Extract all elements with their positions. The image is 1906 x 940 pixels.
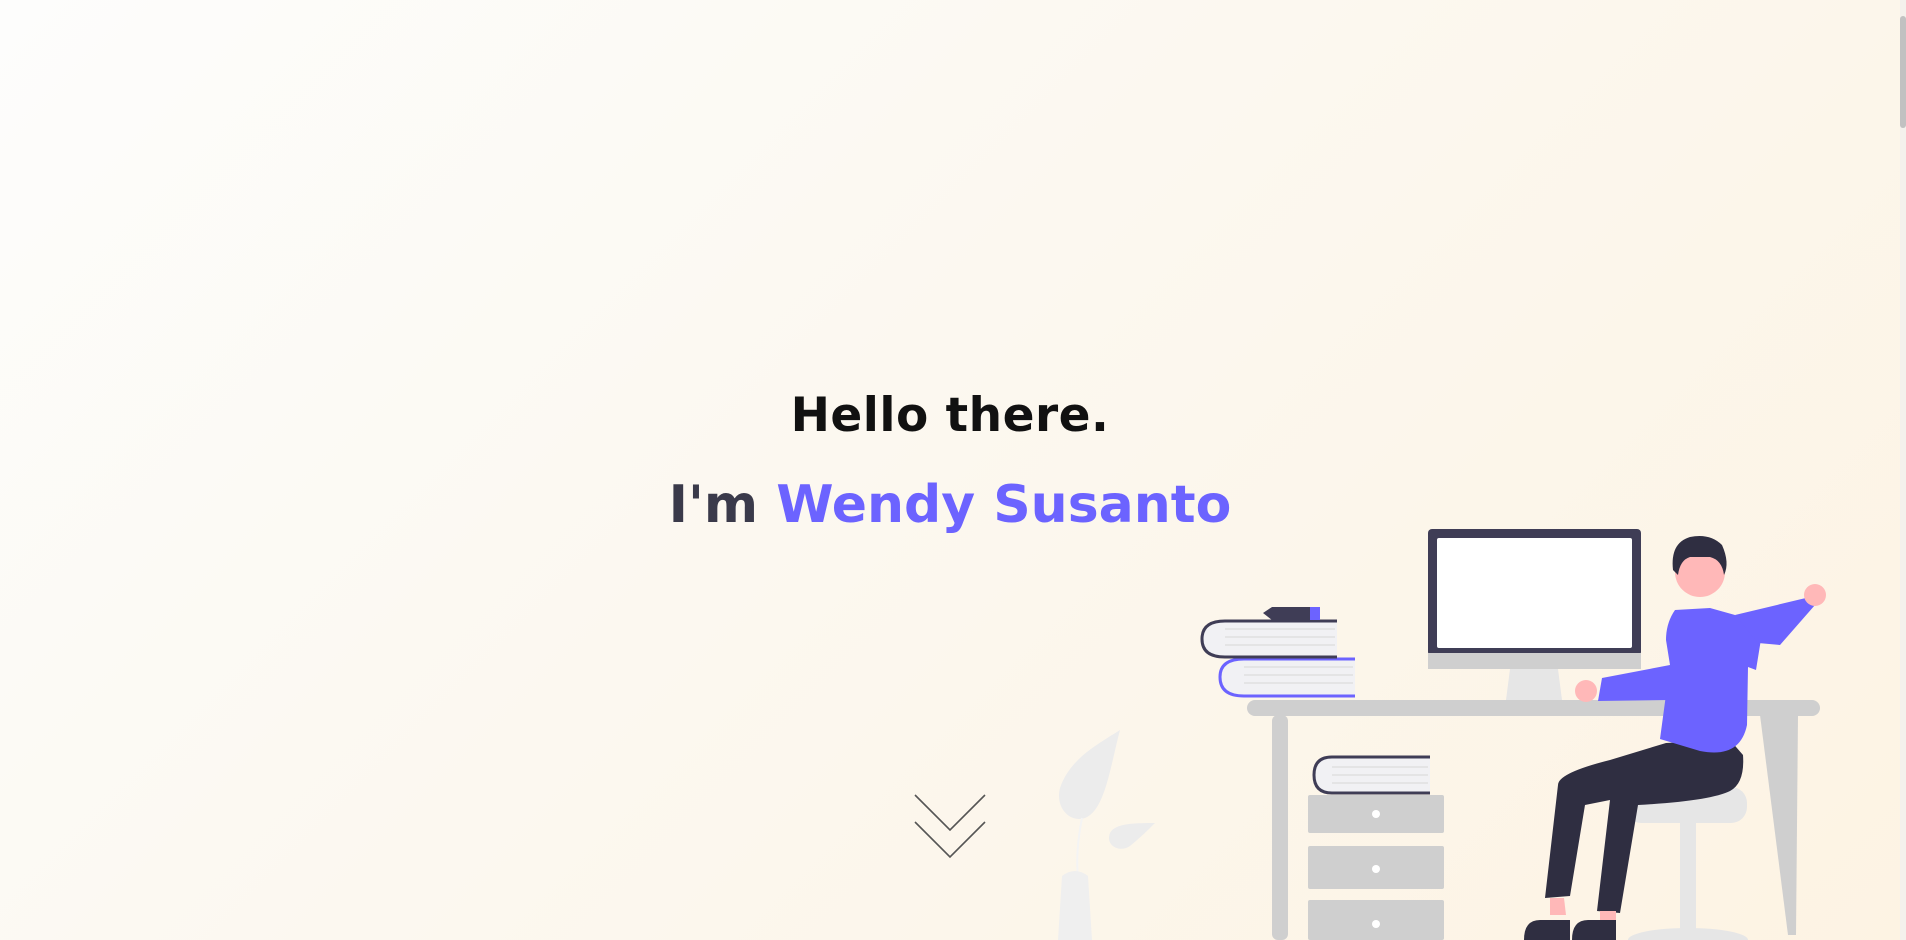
developer-desk-illustration (1200, 529, 1826, 940)
scrollbar-track[interactable] (1900, 0, 1906, 940)
hero-section: Hello there. I'm Wendy Susanto (0, 0, 1900, 940)
greeting-heading: Hello there. (790, 388, 1110, 443)
intro-prefix: I'm (668, 475, 759, 535)
scrollbar-thumb[interactable] (1900, 16, 1906, 128)
double-chevron-down-icon (914, 794, 986, 859)
scroll-down-button[interactable] (913, 793, 987, 859)
